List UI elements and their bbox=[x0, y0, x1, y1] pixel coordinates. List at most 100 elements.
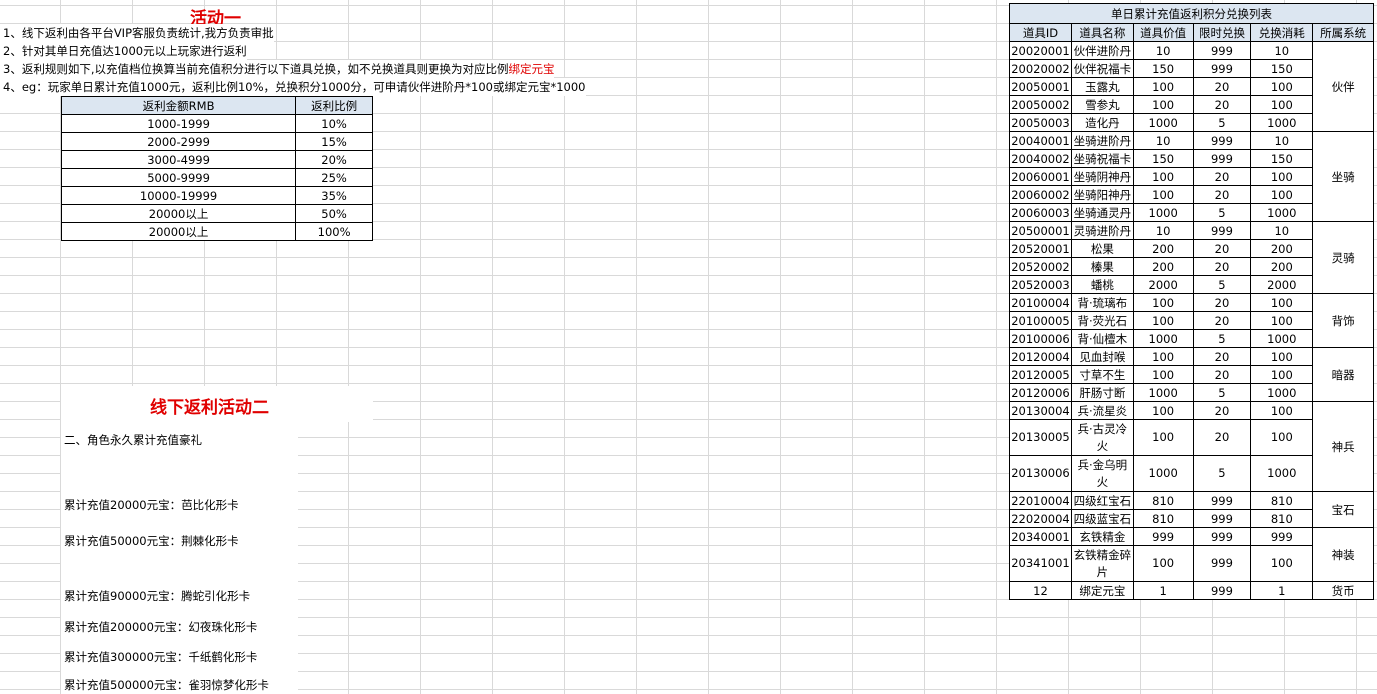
item-id: 22020004 bbox=[1009, 509, 1072, 528]
item-cost: 150 bbox=[1250, 59, 1314, 78]
rebate-amount: 2000-2999 bbox=[60, 132, 297, 151]
item-id: 20060001 bbox=[1009, 167, 1072, 186]
item-name: 背·荧光石 bbox=[1070, 311, 1134, 330]
item-limit: 20 bbox=[1192, 293, 1252, 312]
item-cost: 1000 bbox=[1250, 203, 1314, 222]
item-id: 20120005 bbox=[1009, 365, 1072, 384]
reward-line: 累计充值300000元宝：千纸鹤化形卡 bbox=[61, 648, 258, 666]
item-value: 10 bbox=[1132, 41, 1194, 60]
item-cost: 810 bbox=[1250, 491, 1314, 510]
item-limit: 20 bbox=[1192, 401, 1252, 420]
item-name: 肝肠寸断 bbox=[1070, 383, 1134, 402]
item-value: 200 bbox=[1132, 257, 1194, 276]
item-value: 100 bbox=[1132, 401, 1194, 420]
item-limit: 20 bbox=[1192, 419, 1252, 456]
item-id: 20500001 bbox=[1009, 221, 1072, 240]
item-row: 20500001 灵骑进阶丹 10 999 10 灵骑 bbox=[1009, 221, 1374, 294]
item-name: 坐骑通灵丹 bbox=[1070, 203, 1134, 222]
item-value: 1000 bbox=[1132, 455, 1194, 492]
item-cost: 100 bbox=[1250, 77, 1314, 96]
item-row: 20340001 玄铁精金 999 999 999 神装 bbox=[1009, 527, 1374, 582]
activity1-line-3-red: 绑定元宝 bbox=[508, 62, 555, 76]
reward-line: 累计充值500000元宝：雀羽惊梦化形卡 bbox=[61, 676, 269, 694]
rebate-table: 返利金额RMB 返利比例 1000-1999 10% 2000-2999 15% 3… bbox=[60, 96, 373, 241]
item-name: 四级蓝宝石 bbox=[1070, 509, 1134, 528]
item-limit: 999 bbox=[1192, 527, 1252, 546]
item-value: 100 bbox=[1132, 311, 1194, 330]
item-id: 20040002 bbox=[1009, 149, 1072, 168]
item-id: 20520003 bbox=[1009, 275, 1072, 294]
rebate-ratio: 10% bbox=[295, 114, 373, 133]
item-id: 20100005 bbox=[1009, 311, 1072, 330]
rebate-row: 20000以上 50% bbox=[60, 204, 373, 223]
item-limit: 20 bbox=[1192, 347, 1252, 366]
activity1-line-3: 3、返利规则如下,以充值档位换算当前充值积分进行以下道具兑换，如不兑换道具则更换… bbox=[0, 60, 555, 78]
item-cost: 999 bbox=[1250, 527, 1314, 546]
item-value: 100 bbox=[1132, 167, 1194, 186]
item-value: 2000 bbox=[1132, 275, 1194, 294]
item-cost: 100 bbox=[1250, 347, 1314, 366]
item-name: 背·仙檀木 bbox=[1070, 329, 1134, 348]
item-value: 10 bbox=[1132, 131, 1194, 150]
rebate-row: 10000-19999 35% bbox=[60, 186, 373, 205]
rebate-row: 5000-9999 25% bbox=[60, 168, 373, 187]
item-name: 榛果 bbox=[1070, 257, 1134, 276]
item-cost: 1 bbox=[1250, 581, 1314, 600]
item-value: 10 bbox=[1132, 221, 1194, 240]
item-cost: 1000 bbox=[1250, 329, 1314, 348]
item-limit: 999 bbox=[1192, 59, 1252, 78]
item-row: 12 绑定元宝 1 999 1 货币 bbox=[1009, 581, 1374, 600]
item-system: 神装 bbox=[1312, 527, 1374, 582]
item-limit: 999 bbox=[1192, 581, 1252, 600]
item-id: 20340001 bbox=[1009, 527, 1072, 546]
item-value: 100 bbox=[1132, 77, 1194, 96]
item-value: 810 bbox=[1132, 509, 1194, 528]
item-limit: 5 bbox=[1192, 329, 1252, 348]
item-id: 20050003 bbox=[1009, 113, 1072, 132]
item-limit: 999 bbox=[1192, 131, 1252, 150]
rebate-row: 20000以上 100% bbox=[60, 222, 373, 241]
item-header-limit: 限时兑换 bbox=[1192, 23, 1252, 42]
item-name: 兵·流星炎 bbox=[1070, 401, 1134, 420]
item-id: 20130004 bbox=[1009, 401, 1072, 420]
item-cost: 150 bbox=[1250, 149, 1314, 168]
reward-line: 累计充值50000元宝：荆棘化形卡 bbox=[61, 532, 239, 550]
item-id: 20130005 bbox=[1009, 419, 1072, 456]
item-cost: 1000 bbox=[1250, 455, 1314, 492]
item-table-caption: 单日累计充值返利积分兑换列表 bbox=[1009, 3, 1374, 24]
item-id: 20050001 bbox=[1009, 77, 1072, 96]
item-cost: 100 bbox=[1250, 545, 1314, 582]
item-name: 兵·古灵冷火 bbox=[1070, 419, 1134, 456]
item-name: 玄铁精金 bbox=[1070, 527, 1134, 546]
item-cost: 200 bbox=[1250, 257, 1314, 276]
item-id: 20120006 bbox=[1009, 383, 1072, 402]
item-row: 22010004 四级红宝石 810 999 810 宝石 bbox=[1009, 491, 1374, 528]
reward-line: 累计充值20000元宝：芭比化形卡 bbox=[61, 496, 239, 514]
item-limit: 999 bbox=[1192, 509, 1252, 528]
item-limit: 20 bbox=[1192, 77, 1252, 96]
item-name: 伙伴进阶丹 bbox=[1070, 41, 1134, 60]
activity2-subtitle: 二、角色永久累计充值豪礼 bbox=[61, 431, 202, 449]
item-system: 灵骑 bbox=[1312, 221, 1374, 294]
item-id: 20520002 bbox=[1009, 257, 1072, 276]
item-cost: 200 bbox=[1250, 239, 1314, 258]
item-id: 20060003 bbox=[1009, 203, 1072, 222]
rebate-ratio: 20% bbox=[295, 150, 373, 169]
item-cost: 100 bbox=[1250, 365, 1314, 384]
rebate-amount: 1000-1999 bbox=[60, 114, 297, 133]
item-row: 20120004 见血封喉 100 20 100 暗器 bbox=[1009, 347, 1374, 402]
item-table-body: 20020001 伙伴进阶丹 10 999 10 伙伴 20020002 伙伴祝福卡 150 99… bbox=[1009, 41, 1374, 600]
item-limit: 5 bbox=[1192, 275, 1252, 294]
rebate-amount: 20000以上 bbox=[60, 222, 297, 241]
item-row: 20100004 背·琉璃布 100 20 100 背饰 bbox=[1009, 293, 1374, 348]
rebate-row: 1000-1999 10% bbox=[60, 114, 373, 133]
item-name: 雪参丸 bbox=[1070, 95, 1134, 114]
item-name: 坐骑进阶丹 bbox=[1070, 131, 1134, 150]
item-id: 20040001 bbox=[1009, 131, 1072, 150]
item-header-name: 道具名称 bbox=[1070, 23, 1134, 42]
item-limit: 20 bbox=[1192, 167, 1252, 186]
item-id: 22010004 bbox=[1009, 491, 1072, 510]
item-limit: 999 bbox=[1192, 41, 1252, 60]
item-limit: 999 bbox=[1192, 491, 1252, 510]
item-cost: 1000 bbox=[1250, 113, 1314, 132]
